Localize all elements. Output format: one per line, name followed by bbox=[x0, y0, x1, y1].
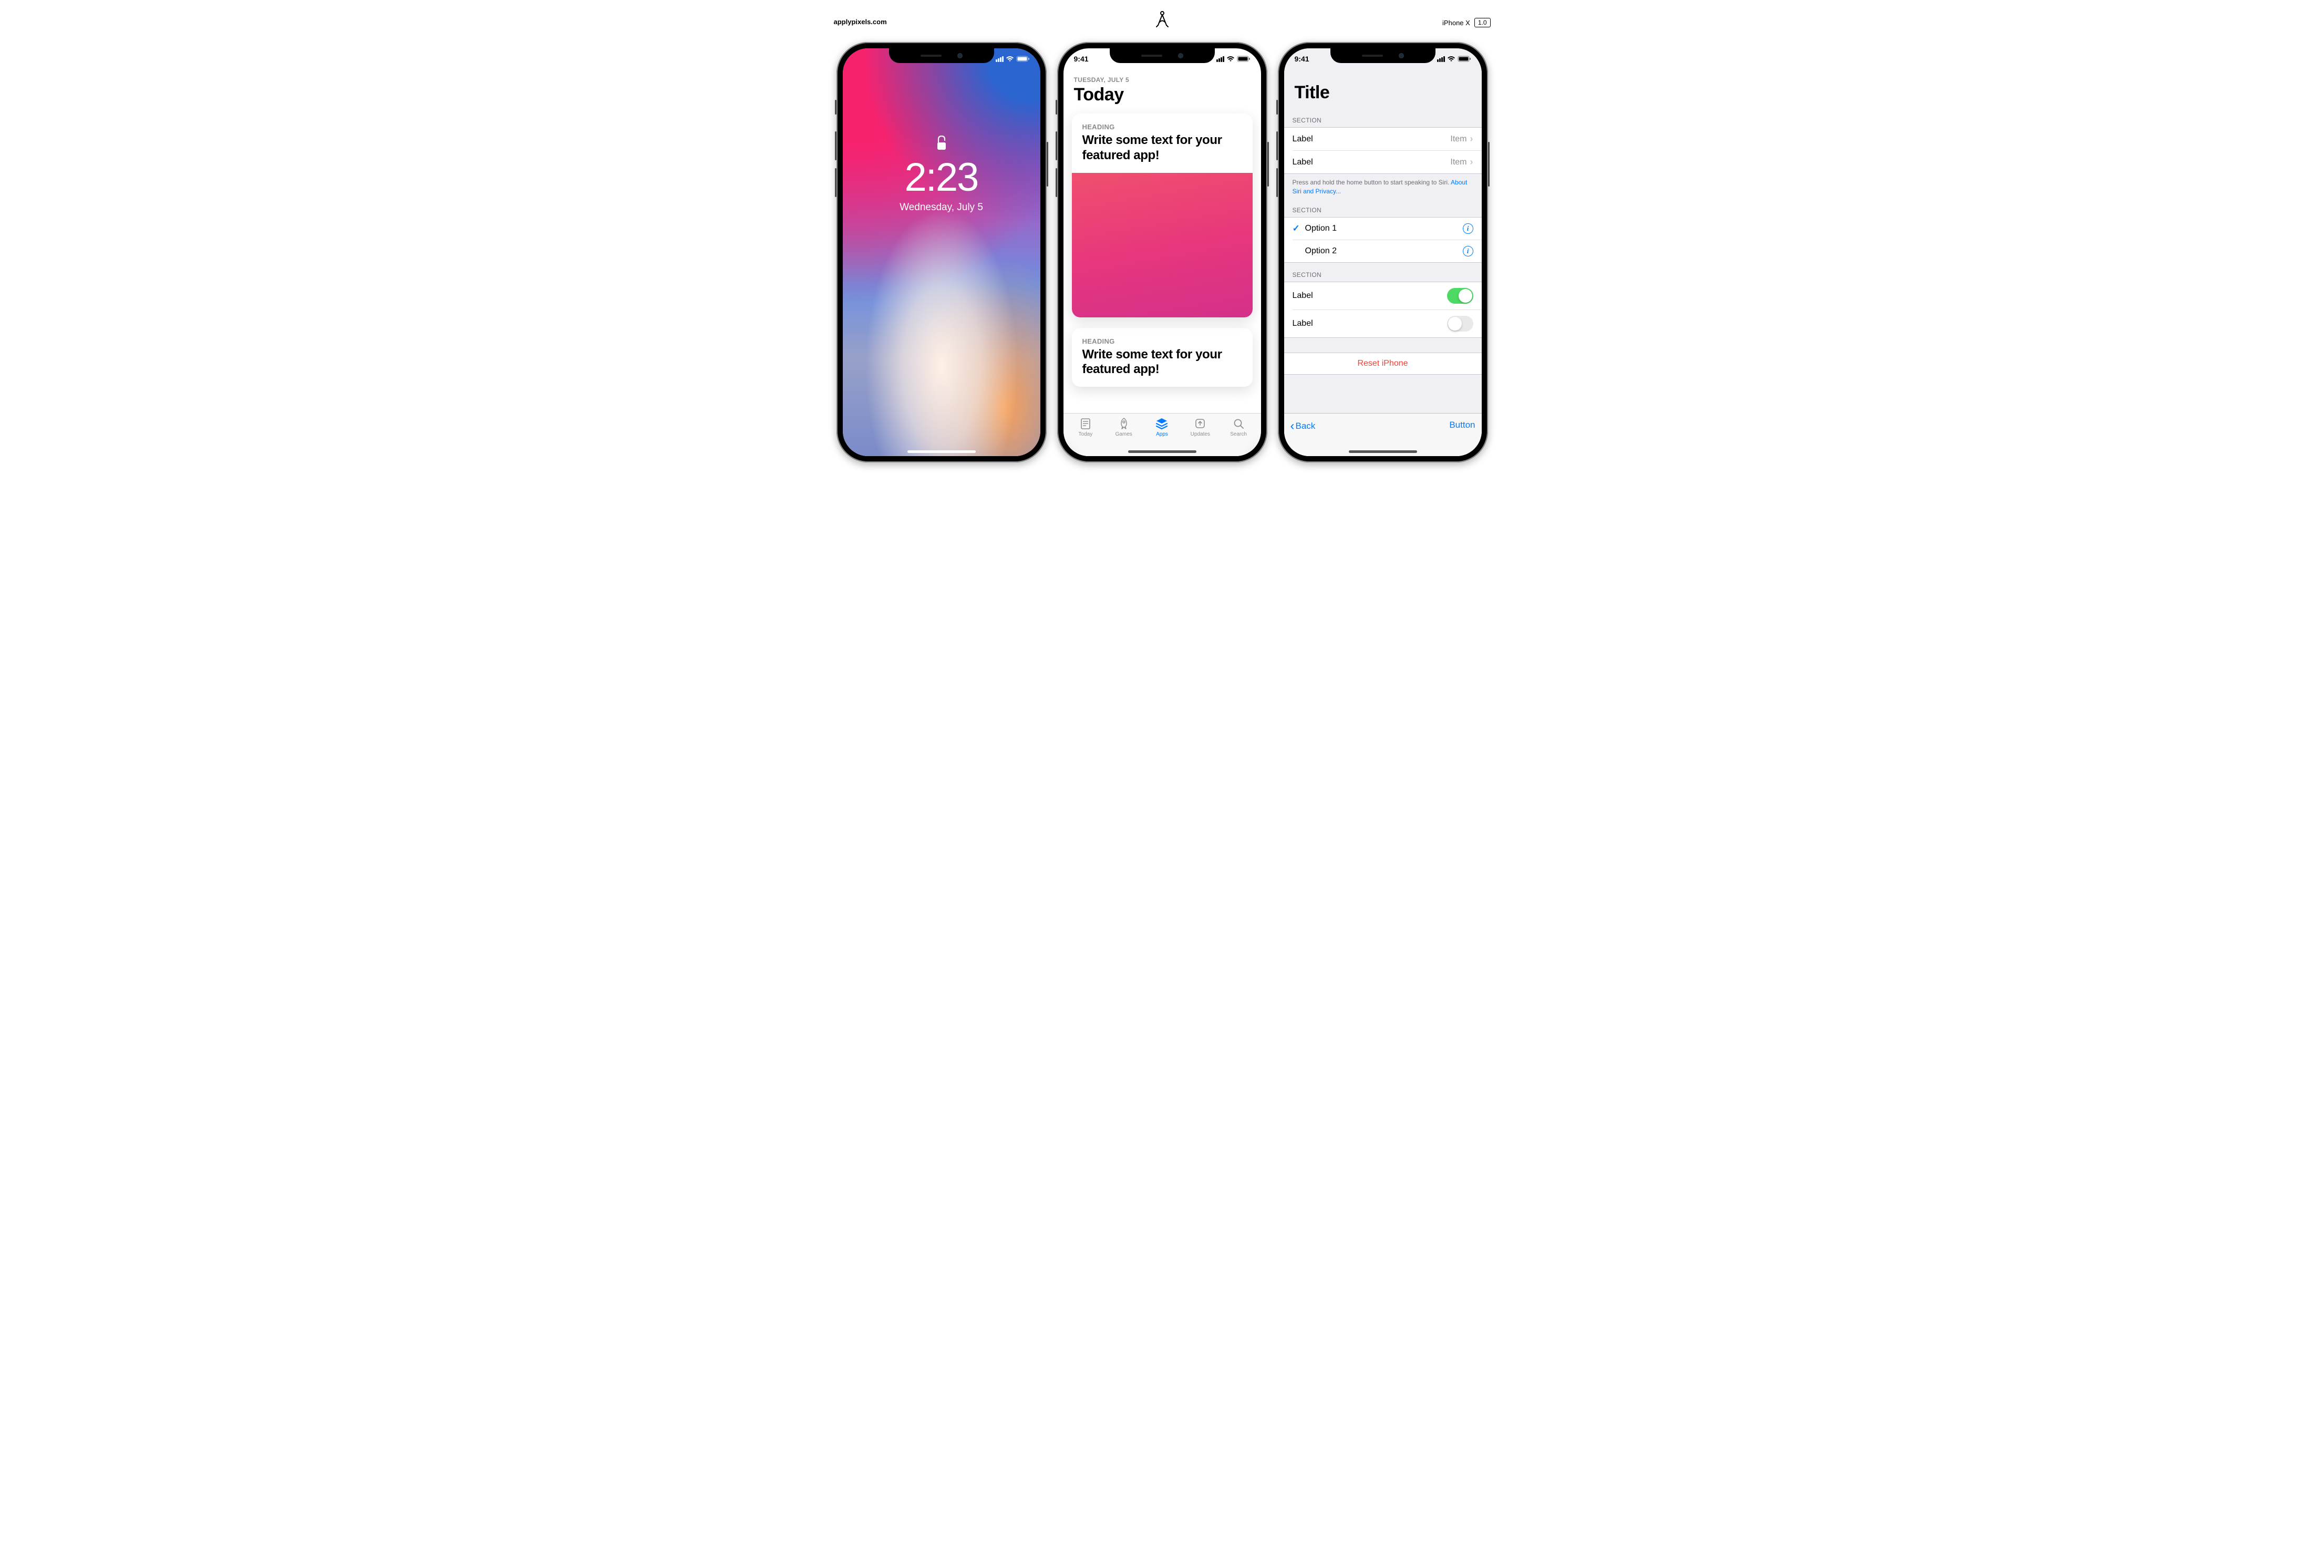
layers-icon bbox=[1143, 417, 1181, 430]
battery-icon bbox=[1016, 56, 1030, 62]
cellular-icon bbox=[1437, 56, 1445, 62]
notch bbox=[889, 48, 994, 63]
notch bbox=[1110, 48, 1215, 63]
cell-label: Option 2 bbox=[1305, 246, 1463, 256]
device-today: 9:41 TUESDAY, JULY 5 Today HEADING bbox=[1057, 42, 1267, 462]
updates-icon bbox=[1181, 417, 1220, 430]
info-icon[interactable]: i bbox=[1463, 223, 1473, 234]
section-header: SECTION bbox=[1284, 108, 1482, 127]
featured-card[interactable]: HEADING Write some text for your feature… bbox=[1072, 114, 1253, 317]
back-label: Back bbox=[1296, 421, 1316, 431]
cellular-icon bbox=[1216, 56, 1224, 62]
home-indicator[interactable] bbox=[907, 450, 976, 453]
section-header: SECTION bbox=[1284, 263, 1482, 282]
version-badge: 1.0 bbox=[1474, 18, 1491, 27]
device-settings: 9:41 Title SECTION Label Item › bbox=[1278, 42, 1488, 462]
battery-icon bbox=[1237, 56, 1251, 62]
toolbar-action-label: Button bbox=[1449, 420, 1475, 430]
reset-button[interactable]: Reset iPhone bbox=[1284, 353, 1482, 374]
card-body: Write some text for your featured app! bbox=[1082, 347, 1242, 378]
side-button[interactable] bbox=[1488, 142, 1490, 187]
card-heading: HEADING bbox=[1082, 123, 1242, 131]
checkmark-icon: ✓ bbox=[1293, 223, 1305, 234]
chevron-right-icon: › bbox=[1470, 133, 1473, 145]
today-icon bbox=[1067, 417, 1105, 430]
cell-label: Option 1 bbox=[1305, 224, 1463, 233]
device-lockscreen: 2:23 Wednesday, July 5 bbox=[836, 42, 1047, 462]
tab-bar: Today Games Apps Updates bbox=[1063, 413, 1261, 456]
today-date-label: TUESDAY, JULY 5 bbox=[1074, 76, 1251, 84]
wifi-icon bbox=[1226, 56, 1235, 62]
back-button[interactable]: ‹ Back bbox=[1290, 420, 1316, 432]
toolbar: ‹ Back Button bbox=[1284, 413, 1482, 456]
tab-label: Apps bbox=[1143, 431, 1181, 437]
card-body: Write some text for your featured app! bbox=[1082, 133, 1242, 163]
tab-label: Today bbox=[1067, 431, 1105, 437]
tab-apps[interactable]: Apps bbox=[1143, 417, 1181, 437]
cell-label: Label bbox=[1293, 319, 1447, 328]
toolbar-action-button[interactable]: Button bbox=[1449, 420, 1475, 430]
device-name-text: iPhone X bbox=[1442, 19, 1470, 27]
cellular-icon bbox=[996, 56, 1004, 62]
switch-off[interactable] bbox=[1447, 316, 1473, 332]
card-image bbox=[1072, 173, 1253, 317]
rocket-icon bbox=[1104, 417, 1143, 430]
cell-detail: Item bbox=[1450, 135, 1466, 144]
notch bbox=[1330, 48, 1435, 63]
tab-today[interactable]: Today bbox=[1067, 417, 1105, 437]
table-row[interactable]: Label Item › bbox=[1284, 128, 1482, 150]
option-row[interactable]: ✓ Option 1 i bbox=[1284, 218, 1482, 240]
lock-icon bbox=[843, 135, 1040, 154]
tab-updates[interactable]: Updates bbox=[1181, 417, 1220, 437]
cell-label: Label bbox=[1293, 158, 1451, 167]
wifi-icon bbox=[1006, 56, 1014, 62]
side-button[interactable] bbox=[1267, 142, 1269, 187]
featured-card[interactable]: HEADING Write some text for your feature… bbox=[1072, 328, 1253, 387]
side-button[interactable] bbox=[1047, 142, 1048, 187]
tab-label: Updates bbox=[1181, 431, 1220, 437]
lock-wallpaper bbox=[843, 48, 1040, 456]
table-row[interactable]: Label Item › bbox=[1293, 150, 1482, 173]
cell-label: Label bbox=[1293, 291, 1447, 301]
lock-time: 2:23 bbox=[843, 158, 1040, 198]
page-title: Title bbox=[1284, 72, 1482, 108]
info-icon[interactable]: i bbox=[1463, 246, 1473, 256]
switch-row: Label bbox=[1284, 282, 1482, 310]
chevron-left-icon: ‹ bbox=[1290, 420, 1295, 432]
home-indicator[interactable] bbox=[1349, 450, 1417, 453]
tab-label: Search bbox=[1220, 431, 1258, 437]
lock-date: Wednesday, July 5 bbox=[843, 202, 1040, 213]
switch-row: Label bbox=[1293, 310, 1482, 337]
switch-on[interactable] bbox=[1447, 288, 1473, 304]
tab-games[interactable]: Games bbox=[1104, 417, 1143, 437]
chevron-right-icon: › bbox=[1470, 157, 1473, 168]
reset-label: Reset iPhone bbox=[1357, 359, 1408, 368]
section-header: SECTION bbox=[1284, 198, 1482, 217]
home-indicator[interactable] bbox=[1128, 450, 1196, 453]
option-row[interactable]: Option 2 i bbox=[1293, 240, 1482, 262]
brand-text: applypixels.com bbox=[834, 18, 887, 26]
card-heading: HEADING bbox=[1082, 337, 1242, 345]
cell-detail: Item bbox=[1450, 158, 1466, 167]
cell-label: Label bbox=[1293, 135, 1451, 144]
section-footer: Press and hold the home button to start … bbox=[1284, 174, 1482, 198]
page-title: Today bbox=[1074, 85, 1251, 105]
wifi-icon bbox=[1447, 56, 1455, 62]
tab-search[interactable]: Search bbox=[1220, 417, 1258, 437]
battery-icon bbox=[1458, 56, 1471, 62]
tab-label: Games bbox=[1104, 431, 1143, 437]
applypixels-logo-icon bbox=[1153, 9, 1172, 31]
search-icon bbox=[1220, 417, 1258, 430]
